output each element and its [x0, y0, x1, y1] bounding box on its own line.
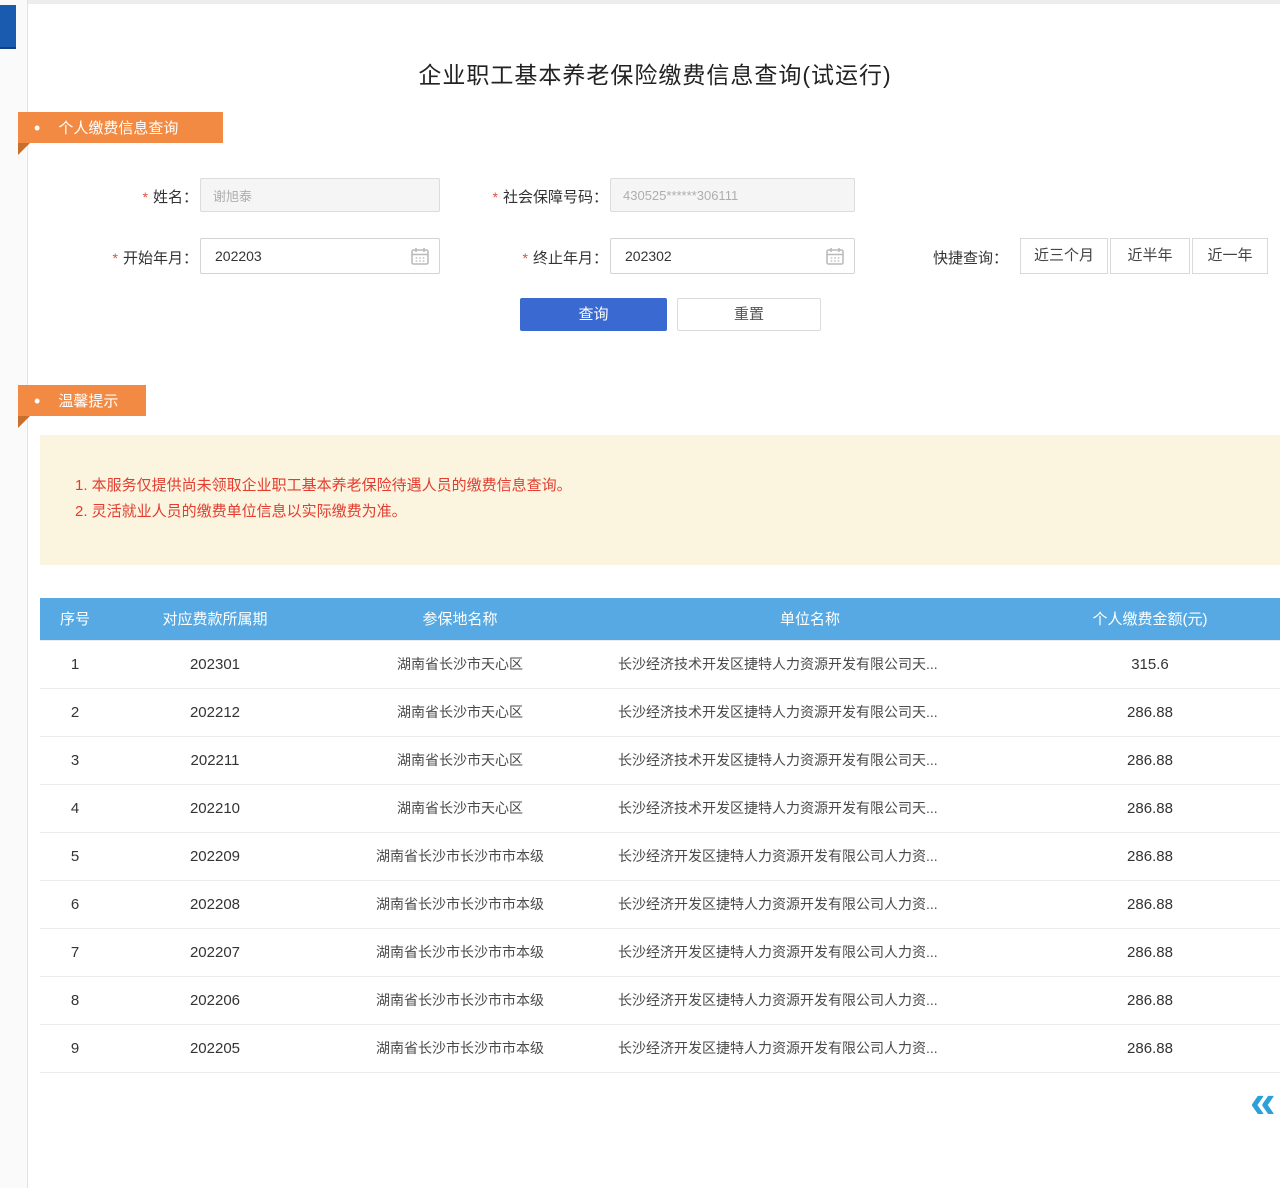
ribbon-fold-decoration — [18, 416, 30, 428]
cell-place: 湖南省长沙市长沙市市本级 — [320, 880, 600, 928]
cell-seq: 6 — [40, 880, 110, 928]
cell-seq: 7 — [40, 928, 110, 976]
header-place: 参保地名称 — [320, 598, 600, 640]
quick-query-label: 快捷查询： — [933, 247, 1008, 268]
calendar-icon[interactable] — [410, 246, 430, 266]
tip-line-1: 1. 本服务仅提供尚未领取企业职工基本养老保险待遇人员的缴费信息查询。 — [75, 473, 1260, 499]
required-mark: * — [143, 189, 148, 205]
cell-company: 长沙经济开发区捷特人力资源开发有限公司人力资... — [600, 928, 1020, 976]
table-row[interactable]: 6 202208 湖南省长沙市长沙市市本级 长沙经济开发区捷特人力资源开发有限公… — [40, 880, 1280, 928]
cell-company: 长沙经济开发区捷特人力资源开发有限公司人力资... — [600, 832, 1020, 880]
cell-company: 长沙经济技术开发区捷特人力资源开发有限公司天... — [600, 640, 1020, 688]
cell-seq: 3 — [40, 736, 110, 784]
cell-amount: 286.88 — [1020, 736, 1280, 784]
cell-seq: 9 — [40, 1024, 110, 1072]
bullet-icon: • — [34, 392, 40, 410]
table-row[interactable]: 5 202209 湖南省长沙市长沙市市本级 长沙经济开发区捷特人力资源开发有限公… — [40, 832, 1280, 880]
quick-filter-one-year[interactable]: 近一年 — [1192, 238, 1268, 274]
cell-seq: 4 — [40, 784, 110, 832]
collapsed-sidebar-tab[interactable] — [0, 5, 16, 49]
header-seq: 序号 — [40, 598, 110, 640]
cell-amount: 286.88 — [1020, 832, 1280, 880]
left-margin — [0, 0, 28, 1188]
cell-place: 湖南省长沙市长沙市市本级 — [320, 832, 600, 880]
reset-button[interactable]: 重置 — [677, 298, 821, 331]
tip-line-2: 2. 灵活就业人员的缴费单位信息以实际缴费为准。 — [75, 499, 1260, 525]
bullet-icon: • — [34, 119, 40, 137]
section-title: 温馨提示 — [58, 390, 118, 411]
required-mark: * — [523, 250, 528, 266]
start-month-label: *开始年月： — [80, 247, 198, 268]
cell-amount: 286.88 — [1020, 976, 1280, 1024]
header-period: 对应费款所属期 — [110, 598, 320, 640]
table-row[interactable]: 7 202207 湖南省长沙市长沙市市本级 长沙经济开发区捷特人力资源开发有限公… — [40, 928, 1280, 976]
cell-amount: 315.6 — [1020, 640, 1280, 688]
cell-seq: 2 — [40, 688, 110, 736]
table-row[interactable]: 4 202210 湖南省长沙市天心区 长沙经济技术开发区捷特人力资源开发有限公司… — [40, 784, 1280, 832]
cell-seq: 1 — [40, 640, 110, 688]
cell-place: 湖南省长沙市长沙市市本级 — [320, 1024, 600, 1072]
tips-panel: 1. 本服务仅提供尚未领取企业职工基本养老保险待遇人员的缴费信息查询。 2. 灵… — [40, 435, 1280, 565]
cell-period: 202208 — [110, 880, 320, 928]
cell-place: 湖南省长沙市长沙市市本级 — [320, 928, 600, 976]
cell-company: 长沙经济技术开发区捷特人力资源开发有限公司天... — [600, 736, 1020, 784]
cell-amount: 286.88 — [1020, 928, 1280, 976]
section-header-tips: • 温馨提示 — [18, 385, 146, 416]
payment-records-table: 序号 对应费款所属期 参保地名称 单位名称 个人缴费金额(元) 1 202301… — [40, 598, 1280, 1073]
section-header-personal-query: • 个人缴费信息查询 — [18, 112, 223, 143]
ssn-label: *社会保障号码： — [440, 186, 608, 207]
table-row[interactable]: 1 202301 湖南省长沙市天心区 长沙经济技术开发区捷特人力资源开发有限公司… — [40, 640, 1280, 688]
cell-period: 202212 — [110, 688, 320, 736]
top-edge-divider — [0, 0, 1280, 4]
table-row[interactable]: 9 202205 湖南省长沙市长沙市市本级 长沙经济开发区捷特人力资源开发有限公… — [40, 1024, 1280, 1072]
table-header: 序号 对应费款所属期 参保地名称 单位名称 个人缴费金额(元) — [40, 598, 1280, 640]
quick-filter-3-months[interactable]: 近三个月 — [1020, 238, 1108, 274]
cell-company: 长沙经济开发区捷特人力资源开发有限公司人力资... — [600, 880, 1020, 928]
cell-amount: 286.88 — [1020, 784, 1280, 832]
cell-place: 湖南省长沙市天心区 — [320, 688, 600, 736]
required-mark: * — [493, 189, 498, 205]
collapse-chevron-icon[interactable]: « — [1250, 1078, 1276, 1124]
cell-period: 202206 — [110, 976, 320, 1024]
calendar-icon[interactable] — [825, 246, 845, 266]
cell-place: 湖南省长沙市天心区 — [320, 784, 600, 832]
cell-place: 湖南省长沙市天心区 — [320, 736, 600, 784]
cell-place: 湖南省长沙市长沙市市本级 — [320, 976, 600, 1024]
end-month-input[interactable] — [610, 238, 855, 274]
cell-period: 202207 — [110, 928, 320, 976]
cell-period: 202301 — [110, 640, 320, 688]
name-label: *姓名： — [80, 186, 198, 207]
page: 企业职工基本养老保险缴费信息查询(试运行) • 个人缴费信息查询 *姓名： *社… — [0, 0, 1280, 1188]
cell-amount: 286.88 — [1020, 1024, 1280, 1072]
cell-amount: 286.88 — [1020, 880, 1280, 928]
cell-seq: 8 — [40, 976, 110, 1024]
table-row[interactable]: 8 202206 湖南省长沙市长沙市市本级 长沙经济开发区捷特人力资源开发有限公… — [40, 976, 1280, 1024]
query-button[interactable]: 查询 — [520, 298, 667, 331]
ssn-input[interactable] — [610, 178, 855, 212]
table-row[interactable]: 3 202211 湖南省长沙市天心区 长沙经济技术开发区捷特人力资源开发有限公司… — [40, 736, 1280, 784]
cell-company: 长沙经济开发区捷特人力资源开发有限公司人力资... — [600, 976, 1020, 1024]
header-amount: 个人缴费金额(元) — [1020, 598, 1280, 640]
cell-period: 202209 — [110, 832, 320, 880]
cell-amount: 286.88 — [1020, 688, 1280, 736]
page-title: 企业职工基本养老保险缴费信息查询(试运行) — [30, 56, 1280, 90]
table-row[interactable]: 2 202212 湖南省长沙市天心区 长沙经济技术开发区捷特人力资源开发有限公司… — [40, 688, 1280, 736]
cell-period: 202210 — [110, 784, 320, 832]
section-title: 个人缴费信息查询 — [58, 117, 178, 138]
quick-filter-half-year[interactable]: 近半年 — [1110, 238, 1190, 274]
header-company: 单位名称 — [600, 598, 1020, 640]
end-month-label: *终止年月： — [440, 247, 608, 268]
ribbon-fold-decoration — [18, 143, 30, 155]
cell-place: 湖南省长沙市天心区 — [320, 640, 600, 688]
cell-period: 202211 — [110, 736, 320, 784]
cell-company: 长沙经济技术开发区捷特人力资源开发有限公司天... — [600, 688, 1020, 736]
required-mark: * — [113, 250, 118, 266]
cell-company: 长沙经济技术开发区捷特人力资源开发有限公司天... — [600, 784, 1020, 832]
name-input[interactable] — [200, 178, 440, 212]
start-month-input[interactable] — [200, 238, 440, 274]
cell-company: 长沙经济开发区捷特人力资源开发有限公司人力资... — [600, 1024, 1020, 1072]
cell-period: 202205 — [110, 1024, 320, 1072]
cell-seq: 5 — [40, 832, 110, 880]
